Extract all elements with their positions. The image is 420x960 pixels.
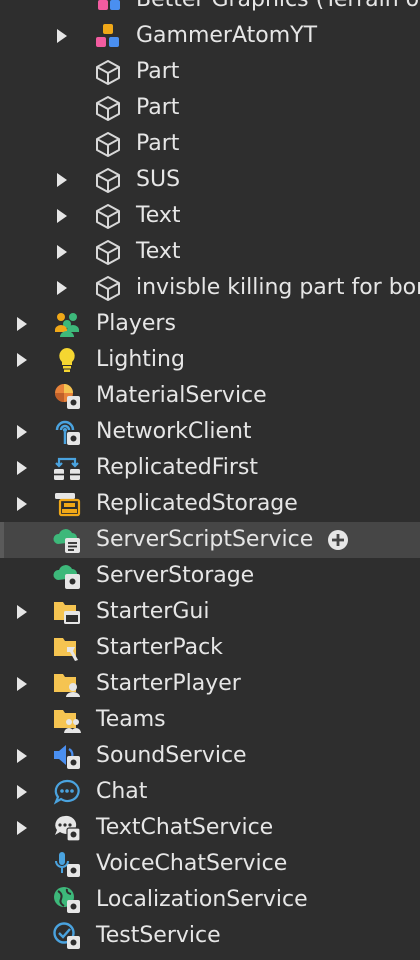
expand-arrow-icon[interactable] [57, 173, 67, 187]
tree-row-materialservice[interactable]: MaterialService [0, 378, 420, 414]
tree-row-label: Part [136, 59, 180, 84]
tree-row-teams[interactable]: Teams [0, 702, 420, 738]
tree-row-part[interactable]: Part [0, 90, 420, 126]
expand-arrow-icon[interactable] [17, 497, 27, 511]
tree-row-starterpack[interactable]: StarterPack [0, 630, 420, 666]
tree-row-label: Teams [96, 707, 166, 732]
tree-row-serverscriptservice[interactable]: ServerScriptService [0, 522, 420, 558]
server-script-service-icon [53, 526, 81, 554]
part-icon [94, 274, 122, 302]
tree-row-label: LocalizationService [96, 887, 308, 912]
tree-row-soundservice[interactable]: SoundService [0, 738, 420, 774]
tree-row-label: MaterialService [96, 383, 267, 408]
tree-row-label: SoundService [96, 743, 247, 768]
tree-row-gammeratomyt[interactable]: GammerAtomYT [0, 18, 420, 54]
tree-row-networkclient[interactable]: NetworkClient [0, 414, 420, 450]
plus-circle-icon[interactable] [327, 529, 349, 551]
tree-row-label: Chat [96, 779, 148, 804]
server-storage-icon [53, 562, 81, 590]
expand-arrow-icon[interactable] [57, 281, 67, 295]
starter-pack-icon [53, 634, 81, 662]
expand-arrow-icon[interactable] [17, 749, 27, 763]
tree-row-sus[interactable]: SUS [0, 162, 420, 198]
test-service-icon [53, 922, 81, 950]
tree-row-label: StarterPlayer [96, 671, 241, 696]
tree-row-label: ServerScriptService [96, 527, 314, 552]
tree-row-label: Text [136, 203, 181, 228]
model-icon [94, 0, 122, 14]
expand-arrow-icon[interactable] [17, 785, 27, 799]
tree-row-part[interactable]: Part [0, 126, 420, 162]
tree-row-label: ServerStorage [96, 563, 255, 588]
model-icon [94, 22, 122, 50]
tree-row-label: VoiceChatService [96, 851, 288, 876]
players-icon [53, 310, 81, 338]
tree-row-chat[interactable]: Chat [0, 774, 420, 810]
tree-row-text[interactable]: Text [0, 198, 420, 234]
starter-gui-icon [53, 598, 81, 626]
explorer-tree: Better Graphics (Terrain of GammerAtomYT… [0, 0, 420, 954]
expand-arrow-icon[interactable] [57, 29, 67, 43]
tree-row-voicechatservice[interactable]: VoiceChatService [0, 846, 420, 882]
part-icon [94, 94, 122, 122]
tree-row-label: SUS [136, 167, 181, 192]
tree-row-players[interactable]: Players [0, 306, 420, 342]
tree-row-replicatedstorage[interactable]: ReplicatedStorage [0, 486, 420, 522]
teams-icon [53, 706, 81, 734]
expand-arrow-icon[interactable] [17, 353, 27, 367]
tree-row-label: Lighting [96, 347, 185, 372]
part-icon [94, 130, 122, 158]
tree-row-label: Players [96, 311, 176, 336]
starter-player-icon [53, 670, 81, 698]
tree-row-label: StarterPack [96, 635, 223, 660]
expand-arrow-icon[interactable] [57, 245, 67, 259]
network-client-icon [53, 418, 81, 446]
tree-row-label: invisble killing part for bor [136, 275, 420, 300]
tree-row-text[interactable]: Text [0, 234, 420, 270]
tree-row-starterplayer[interactable]: StarterPlayer [0, 666, 420, 702]
tree-row-label: Part [136, 95, 180, 120]
tree-row-label: ReplicatedFirst [96, 455, 259, 480]
tree-row-startergui[interactable]: StarterGui [0, 594, 420, 630]
explorer-panel: Better Graphics (Terrain of GammerAtomYT… [0, 0, 420, 960]
text-chat-service-icon [53, 814, 81, 842]
expand-arrow-icon[interactable] [17, 821, 27, 835]
expand-arrow-icon[interactable] [17, 317, 27, 331]
tree-row-label: TextChatService [96, 815, 274, 840]
tree-row-serverstorage[interactable]: ServerStorage [0, 558, 420, 594]
tree-row-part[interactable]: Part [0, 54, 420, 90]
tree-row-lighting[interactable]: Lighting [0, 342, 420, 378]
tree-row-label: Text [136, 239, 181, 264]
tree-row-label: GammerAtomYT [136, 23, 318, 48]
expand-arrow-icon[interactable] [17, 605, 27, 619]
part-icon [94, 238, 122, 266]
tree-row-label: Part [136, 131, 180, 156]
tree-row-label: NetworkClient [96, 419, 252, 444]
tree-row-testservice[interactable]: TestService [0, 918, 420, 954]
tree-row-label: StarterGui [96, 599, 210, 624]
expand-arrow-icon[interactable] [17, 461, 27, 475]
sound-service-icon [53, 742, 81, 770]
tree-row-invisible-killing-part[interactable]: invisble killing part for bor [0, 270, 420, 306]
replicated-first-icon [53, 454, 81, 482]
chat-icon [53, 778, 81, 806]
tree-row-localizationservice[interactable]: LocalizationService [0, 882, 420, 918]
tree-row-label: Better Graphics (Terrain of [136, 0, 420, 14]
tree-row-label: ReplicatedStorage [96, 491, 298, 516]
part-icon [94, 202, 122, 230]
tree-row-label: TestService [96, 923, 221, 948]
part-icon [94, 166, 122, 194]
tree-row-better-graphics[interactable]: Better Graphics (Terrain of [0, 0, 420, 18]
expand-arrow-icon[interactable] [17, 425, 27, 439]
replicated-storage-icon [53, 490, 81, 518]
expand-arrow-icon[interactable] [17, 677, 27, 691]
part-icon [94, 58, 122, 86]
localization-service-icon [53, 886, 81, 914]
lightbulb-icon [53, 346, 81, 374]
tree-row-textchatservice[interactable]: TextChatService [0, 810, 420, 846]
voice-chat-service-icon [53, 850, 81, 878]
material-service-icon [53, 382, 81, 410]
expand-arrow-icon[interactable] [57, 209, 67, 223]
tree-row-replicatedfirst[interactable]: ReplicatedFirst [0, 450, 420, 486]
